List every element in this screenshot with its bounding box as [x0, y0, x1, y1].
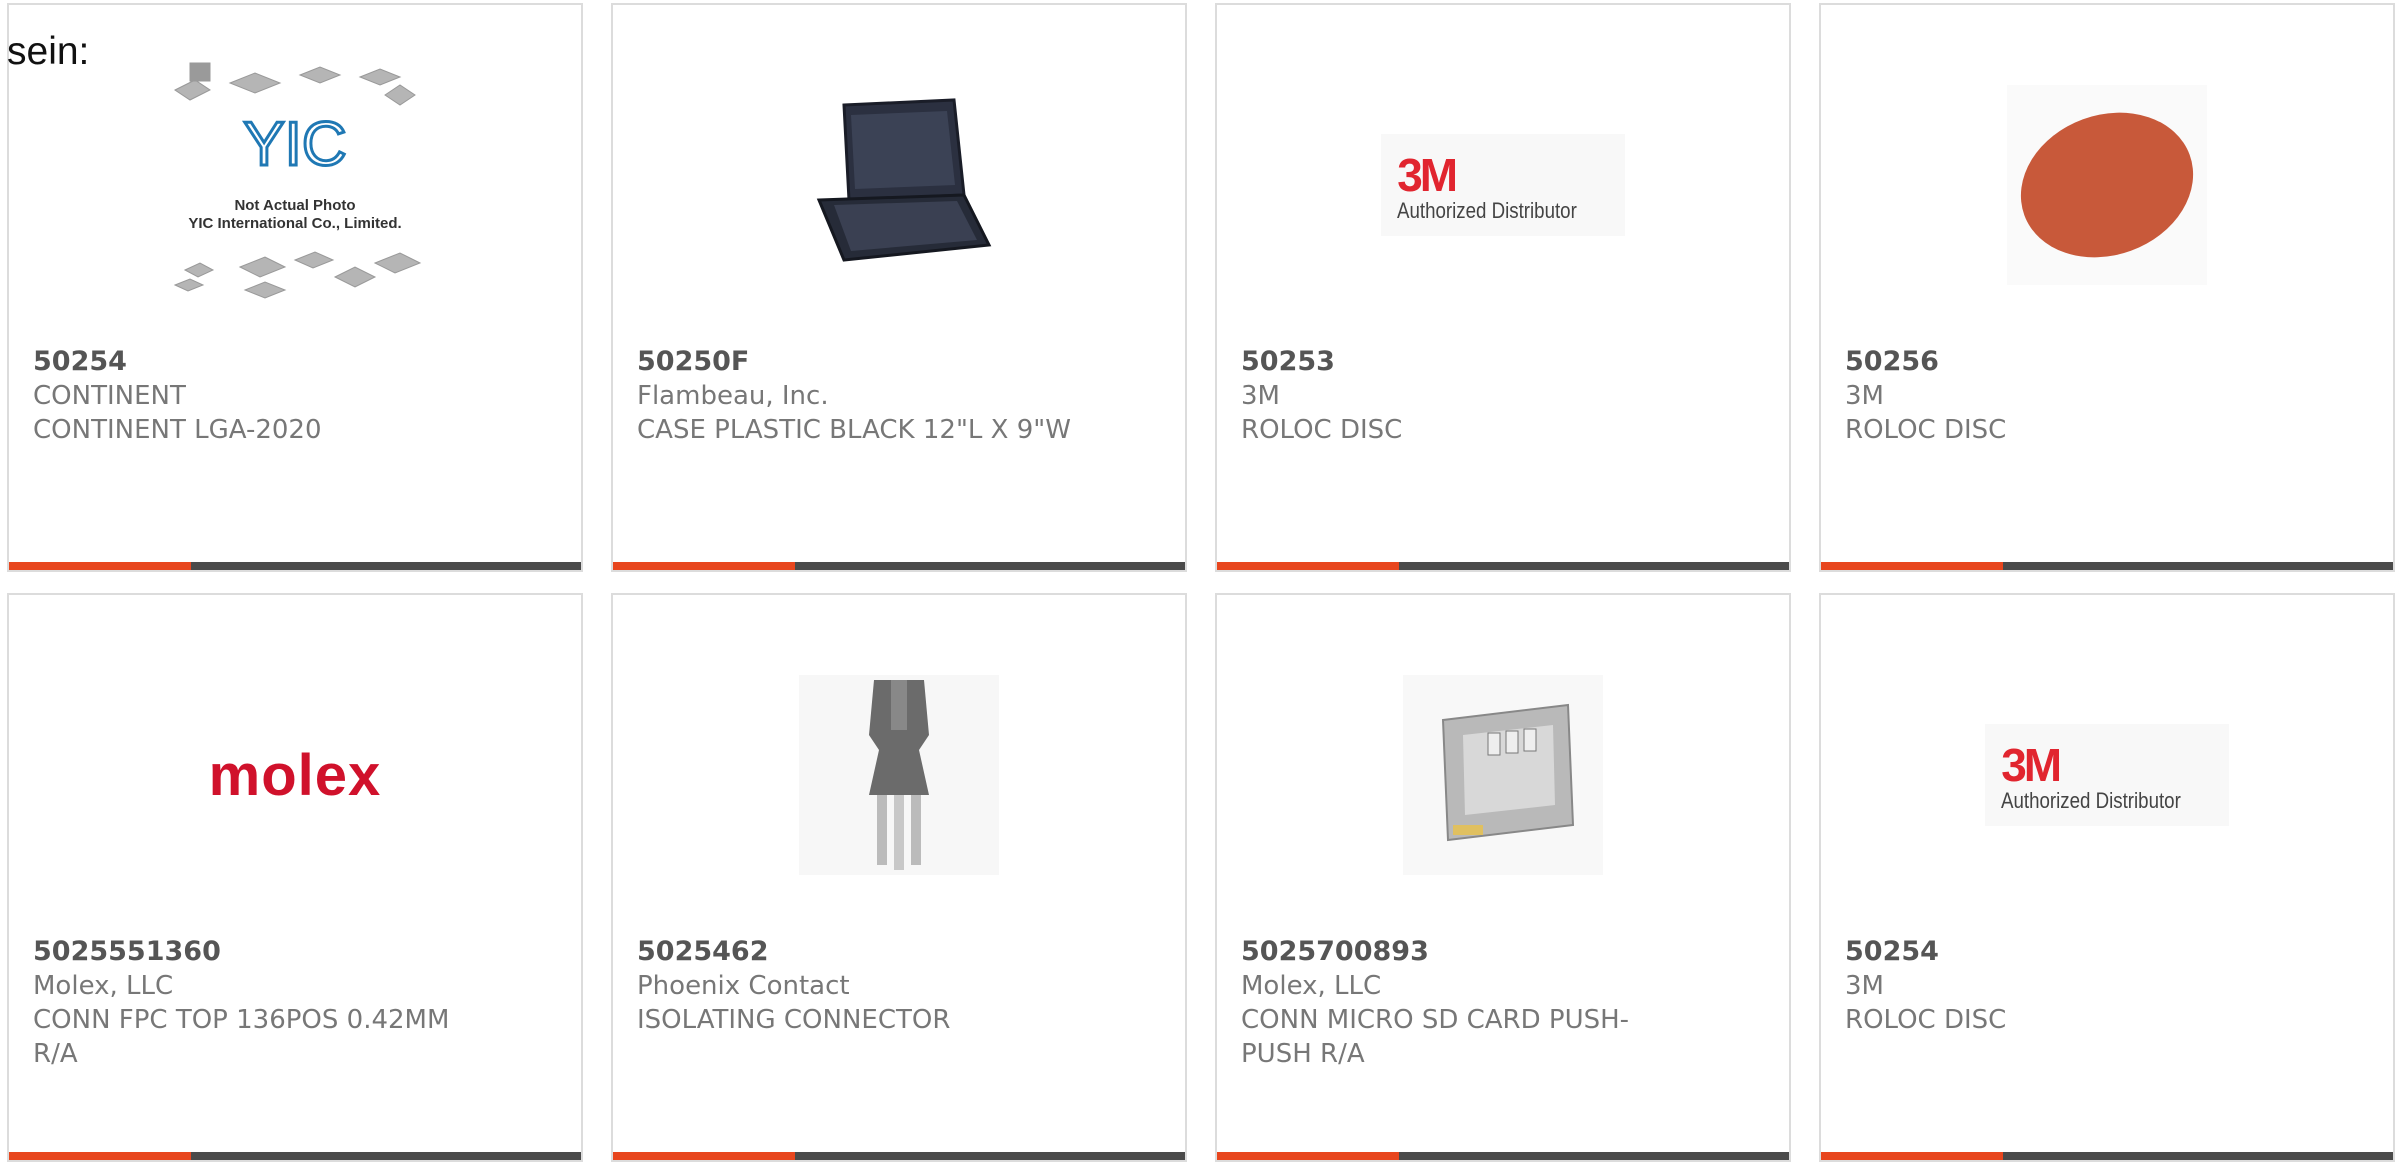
manufacturer: 3M [1845, 381, 1884, 411]
part-number[interactable]: 5025462 [637, 935, 1161, 969]
description: ROLOC DISC [1845, 415, 2007, 445]
card-bar-accent [1821, 1152, 2003, 1160]
product-image[interactable] [613, 665, 1185, 885]
product-image[interactable]: molex [9, 665, 581, 885]
part-number[interactable]: 5025551360 [33, 935, 557, 969]
product-card[interactable]: 3M Authorized Distributor 50254 3M ROLOC… [1819, 593, 2395, 1162]
product-image[interactable]: YIC Not Actual Photo YIC International C… [9, 62, 581, 299]
card-bar [1217, 1152, 1789, 1160]
description: ROLOC DISC [1845, 1005, 2007, 1035]
card-bar-accent [1821, 562, 2003, 570]
description: CONN FPC TOP 136POS 0.42MM R/A [33, 1005, 450, 1069]
product-image[interactable] [1821, 75, 2393, 295]
part-number[interactable]: 50253 [1241, 345, 1765, 379]
description: CONN MICRO SD CARD PUSH-PUSH R/A [1241, 1005, 1630, 1069]
card-bar-accent [9, 1152, 191, 1160]
manufacturer: CONTINENT [33, 381, 186, 411]
description: CONTINENT LGA-2020 [33, 415, 322, 445]
card-bar [613, 1152, 1185, 1160]
manufacturer: Flambeau, Inc. [637, 381, 829, 411]
card-bar-accent [9, 562, 191, 570]
svg-text:YIC International Co., Limited: YIC International Co., Limited. [188, 215, 401, 232]
section-heading: sein: [7, 30, 90, 73]
orange-disc-image [2007, 85, 2207, 285]
svg-text:Not Actual Photo: Not Actual Photo [234, 197, 355, 214]
product-card[interactable]: 5025462 Phoenix Contact ISOLATING CONNEC… [611, 593, 1187, 1162]
product-card[interactable]: 3M Authorized Distributor 50253 3M ROLOC… [1215, 3, 1791, 572]
card-bar-accent [613, 1152, 795, 1160]
card-bar [1821, 562, 2393, 570]
manufacturer: Phoenix Contact [637, 971, 850, 1001]
product-card[interactable]: molex 5025551360 Molex, LLC CONN FPC TOP… [7, 593, 583, 1162]
svg-text:YIC: YIC [243, 110, 346, 179]
description: ISOLATING CONNECTOR [637, 1005, 951, 1035]
sd-card-socket-image [1403, 675, 1603, 875]
product-image[interactable]: 3M Authorized Distributor [1821, 665, 2393, 885]
description: CASE PLASTIC BLACK 12"L X 9"W [637, 415, 1071, 445]
product-card[interactable]: 5025700893 Molex, LLC CONN MICRO SD CARD… [1215, 593, 1791, 1162]
card-bar [613, 562, 1185, 570]
part-number[interactable]: 50256 [1845, 345, 2369, 379]
card-bar [9, 562, 581, 570]
card-bar-accent [1217, 562, 1399, 570]
black-case-image [816, 98, 992, 262]
card-bar [1217, 562, 1789, 570]
product-image[interactable] [1217, 665, 1789, 885]
manufacturer: Molex, LLC [33, 971, 174, 1001]
description: ROLOC DISC [1241, 415, 1403, 445]
product-card[interactable]: 50256 3M ROLOC DISC [1819, 3, 2395, 572]
card-bar [1821, 1152, 2393, 1160]
manufacturer: Molex, LLC [1241, 971, 1382, 1001]
part-number[interactable]: 5025700893 [1241, 935, 1765, 969]
card-bar-accent [613, 562, 795, 570]
part-number[interactable]: 50254 [33, 345, 557, 379]
part-number[interactable]: 50254 [1845, 935, 2369, 969]
product-card[interactable]: YIC Not Actual Photo YIC International C… [7, 3, 583, 572]
card-bar-accent [1217, 1152, 1399, 1160]
3m-logo: 3M Authorized Distributor [1985, 724, 2229, 826]
product-image[interactable] [613, 75, 1185, 295]
3m-logo: 3M Authorized Distributor [1381, 134, 1625, 236]
product-card[interactable]: 50250F Flambeau, Inc. CASE PLASTIC BLACK… [611, 3, 1187, 572]
part-number[interactable]: 50250F [637, 345, 1161, 379]
manufacturer: 3M [1241, 381, 1280, 411]
product-image[interactable]: 3M Authorized Distributor [1217, 75, 1789, 295]
molex-logo: molex [208, 742, 382, 808]
gray-connector-image [799, 675, 999, 875]
placeholder-image: YIC Not Actual Photo YIC International C… [173, 62, 422, 299]
manufacturer: 3M [1845, 971, 1884, 1001]
card-bar [9, 1152, 581, 1160]
